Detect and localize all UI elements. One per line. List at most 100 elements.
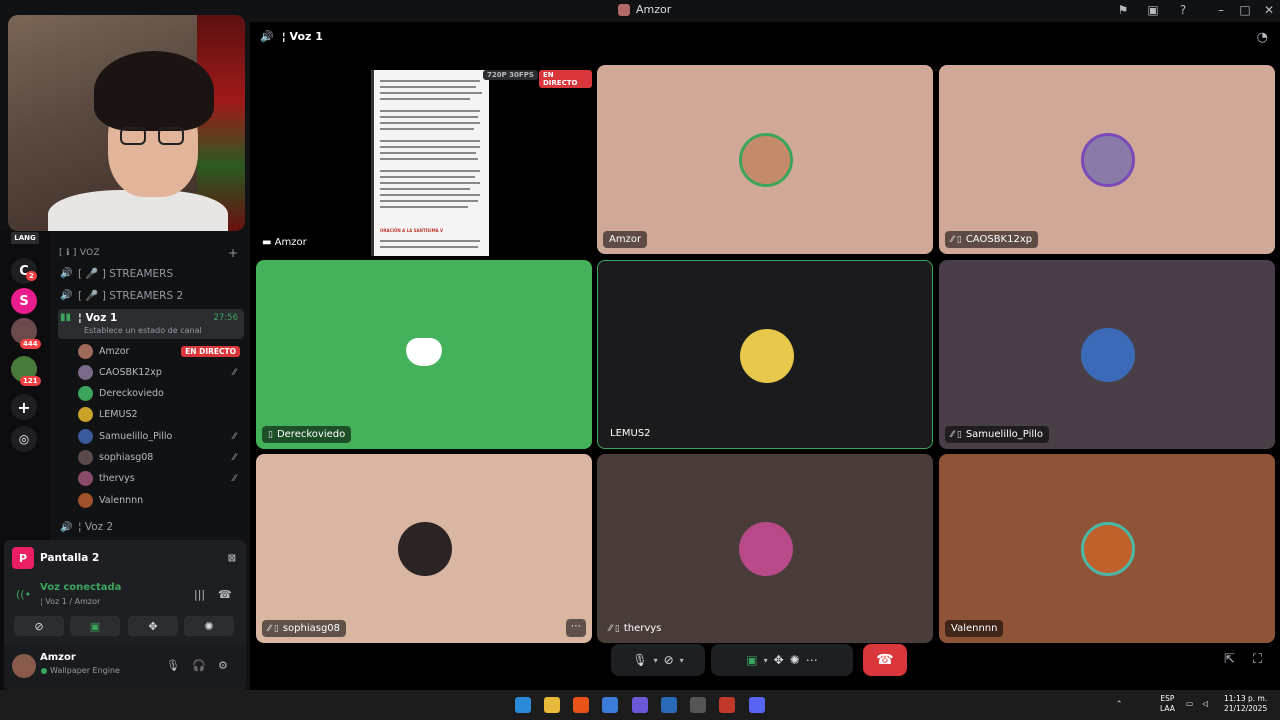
disconnect-icon[interactable]: ☎ (218, 588, 232, 601)
channel-streamers-2[interactable]: 🔊 [ 🎤 ] STREAMERS 2 (58, 285, 244, 305)
muted-icon: ⁄⁄ (232, 367, 236, 378)
camera-off-icon[interactable]: ⊘ (664, 653, 674, 667)
screen-share-button[interactable]: ▣ (70, 616, 120, 636)
stream-tile-amzor[interactable]: ORACIÓN A LA SANTÍSIMA V 720P 30FPS EN D… (256, 65, 592, 256)
start-icon[interactable] (515, 697, 531, 713)
voice-user-samuelillo[interactable]: Samuelillo_Pillo ⁄⁄ (78, 426, 244, 447)
headphones-icon[interactable]: 🎧 (192, 659, 206, 672)
discover-icon[interactable]: ◎ (11, 426, 37, 452)
window-title-text: Amzor (636, 3, 672, 16)
close-icon[interactable]: ✕ (1262, 3, 1276, 17)
disconnect-button[interactable]: ☎ (863, 644, 907, 676)
voice-user-valennnn[interactable]: Valennnn (78, 490, 244, 511)
connection-icon[interactable]: ((• (16, 588, 31, 601)
activity-status: Wallpaper Engine (50, 666, 120, 675)
add-channel-icon[interactable]: + (228, 246, 238, 260)
popout-icon[interactable]: ⇱ (1224, 652, 1235, 667)
stop-share-icon[interactable]: ⊠ (228, 553, 236, 564)
voice-user-amzor[interactable]: Amzor EN DIRECTO (78, 341, 244, 362)
chevron-down-icon[interactable]: ▾ (680, 656, 684, 665)
browser-icon[interactable] (573, 697, 589, 713)
activities-button[interactable]: ✥ (128, 616, 178, 636)
avatar (78, 344, 93, 359)
app-icon[interactable] (719, 697, 735, 713)
maximize-icon[interactable]: □ (1238, 3, 1252, 17)
app-icon[interactable] (690, 697, 706, 713)
user-label: Valennnn (99, 495, 144, 506)
more-icon[interactable]: ⋯ (806, 653, 818, 667)
video-tile-lemus2[interactable]: LEMUS2 (597, 260, 933, 449)
server-logo-icon[interactable]: LANG (11, 232, 39, 244)
title-bar: Amzor ⚑ ▣ ? – □ ✕ (250, 0, 1280, 22)
channel-streamers[interactable]: 🔊 [ 🎤 ] STREAMERS (58, 263, 244, 283)
speaker-icon: 🔊 (60, 267, 73, 279)
voice-connected-label[interactable]: Voz conectada (40, 582, 121, 593)
voice-channel-path[interactable]: ¦ Voz 1 / Amzor (40, 597, 100, 606)
camera-off-button[interactable]: ⊘ (14, 616, 64, 636)
status-dot (41, 668, 47, 674)
noise-suppression-icon[interactable]: ||| (194, 588, 205, 601)
username[interactable]: Amzor (40, 652, 76, 663)
invite-icon[interactable]: ◔ (1257, 30, 1268, 45)
chevron-up-icon[interactable]: ⌃ (1116, 699, 1122, 709)
chevron-down-icon[interactable]: ▾ (764, 656, 768, 665)
network-icon[interactable]: ▭ (1186, 699, 1193, 709)
activities-icon[interactable]: ✥ (774, 653, 784, 667)
user-label: CAOSBK12xp (99, 367, 162, 378)
chevron-down-icon[interactable]: ▾ (654, 656, 658, 665)
video-tile-dereckoviedo[interactable]: ▯ Dereckoviedo (256, 260, 592, 449)
avatar (740, 329, 794, 383)
discord-icon[interactable] (749, 697, 765, 713)
settings-gear-icon[interactable]: ⚙ (218, 659, 228, 672)
channel-label: [ 🎤 ] STREAMERS 2 (78, 289, 184, 302)
game-icon[interactable] (632, 697, 648, 713)
voice-user-thervys[interactable]: thervys ⁄⁄ (78, 468, 244, 489)
user-label: Samuelillo_Pillo (99, 431, 173, 442)
soundboard-icon[interactable]: ✺ (790, 653, 800, 667)
app-icon[interactable] (661, 697, 677, 713)
video-tile-sophiasg08[interactable]: ⁄⁄ ▯ sophiasg08 ⋯ (256, 454, 592, 643)
avatar[interactable] (12, 654, 36, 678)
clock[interactable]: 11:13 p. m. 21/12/2025 (1224, 694, 1267, 714)
language-indicator[interactable]: ESP LAA (1160, 694, 1175, 714)
video-tile-amzor[interactable]: Amzor (597, 65, 933, 254)
avatar (78, 493, 93, 508)
muted-icon: ⁄⁄ ▯ (951, 429, 962, 440)
help-icon[interactable]: ? (1176, 3, 1190, 17)
more-options-button[interactable]: ⋯ (566, 619, 586, 637)
video-tile-samuelillo[interactable]: ⁄⁄ ▯ Samuelillo_Pillo (939, 260, 1275, 449)
tile-username: Amzor (274, 237, 307, 248)
soundboard-button[interactable]: ✺ (184, 616, 234, 636)
tile-username: thervys (623, 623, 662, 634)
mic-icon[interactable]: 🎙 (166, 659, 180, 672)
video-tile-valennnn[interactable]: Valennnn (939, 454, 1275, 643)
video-tile-thervys[interactable]: ⁄⁄ ▯ thervys (597, 454, 933, 643)
voice-user-dereckoviedo[interactable]: Dereckoviedo (78, 383, 244, 404)
inbox-icon[interactable]: ▣ (1146, 3, 1160, 17)
tile-username: CAOSBK12xp (965, 234, 1033, 245)
screen-share-icon[interactable]: ▣ (746, 653, 757, 667)
channel-voz-2[interactable]: 🔊 ¦ Voz 2 (58, 517, 244, 537)
tile-label: ⁄⁄ ▯ thervys (603, 620, 667, 637)
volume-icon[interactable]: ◁ (1202, 699, 1208, 709)
avatar (1081, 133, 1135, 187)
avatar (739, 522, 793, 576)
server-s-icon[interactable]: S (11, 288, 37, 314)
category-voz[interactable]: [ ℹ ] VOZ (59, 248, 100, 258)
file-explorer-icon[interactable] (544, 697, 560, 713)
flag-icon[interactable]: ⚑ (1116, 3, 1130, 17)
voice-user-lemus2[interactable]: LEMUS2 (78, 404, 244, 425)
voice-user-caosbk12xp[interactable]: CAOSBK12xp ⁄⁄ (78, 362, 244, 383)
minimize-icon[interactable]: – (1214, 3, 1228, 17)
voice-user-sophiasg08[interactable]: sophiasg08 ⁄⁄ (78, 447, 244, 468)
server-avatar (618, 3, 630, 16)
tile-label: LEMUS2 (604, 425, 657, 442)
mic-icon[interactable]: 🎙 (632, 653, 647, 667)
add-server-icon[interactable]: + (11, 394, 37, 420)
fullscreen-icon[interactable]: ⛶ (1253, 652, 1262, 667)
channel-voz-1[interactable]: ▮▮ ¦ Voz 1 27:56 Establece un estado de … (58, 309, 244, 339)
video-tile-caosbk12xp[interactable]: ⁄⁄ ▯ CAOSBK12xp (939, 65, 1275, 254)
live-badge: EN DIRECTO (181, 346, 240, 357)
store-icon[interactable] (602, 697, 618, 713)
channel-status-prompt[interactable]: Establece un estado de canal (84, 326, 202, 335)
